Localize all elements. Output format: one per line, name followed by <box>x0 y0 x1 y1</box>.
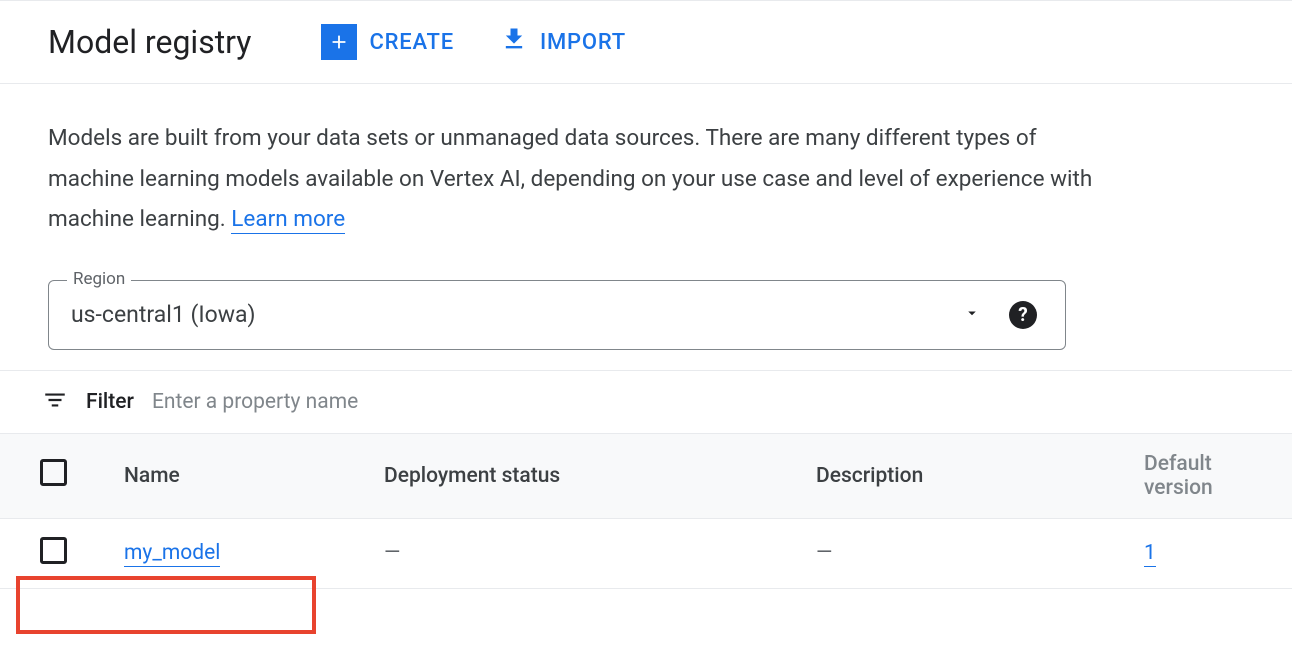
plus-icon <box>321 24 357 60</box>
region-value: us-central1 (Iowa) <box>71 301 963 328</box>
column-header-checkbox <box>0 433 114 518</box>
create-button[interactable]: CREATE <box>321 24 454 60</box>
learn-more-link[interactable]: Learn more <box>231 206 345 234</box>
create-label: CREATE <box>369 30 454 55</box>
version-link[interactable]: 1 <box>1144 541 1156 567</box>
model-name-link[interactable]: my_model <box>124 541 220 567</box>
description-text: Models are built from your data sets or … <box>48 118 1108 240</box>
filter-bar: Filter <box>0 370 1292 433</box>
row-checkbox[interactable] <box>40 537 67 564</box>
region-select[interactable]: Region us-central1 (Iowa) ? <box>48 280 1066 350</box>
row-description-cell: — <box>806 518 1134 588</box>
table-row: my_model — — 1 <box>0 518 1292 588</box>
topbar: Model registry CREATE IMPORT <box>0 0 1292 84</box>
row-deployment-cell: — <box>374 518 806 588</box>
row-version-cell: 1 <box>1134 518 1292 588</box>
import-button[interactable]: IMPORT <box>500 25 626 59</box>
column-header-description[interactable]: Description <box>806 433 1134 518</box>
description-body: Models are built from your data sets or … <box>48 125 1092 232</box>
row-checkbox-cell <box>0 518 114 588</box>
row-name-cell: my_model <box>114 518 374 588</box>
column-header-name[interactable]: Name <box>114 433 374 518</box>
filter-icon <box>42 387 68 417</box>
chevron-down-icon <box>963 304 981 326</box>
content-area: Models are built from your data sets or … <box>0 84 1292 350</box>
import-icon <box>500 25 528 59</box>
select-all-checkbox[interactable] <box>40 459 67 486</box>
models-table: Name Deployment status Description Defau… <box>0 433 1292 589</box>
column-header-default-version[interactable]: Default version <box>1134 433 1292 518</box>
region-field-label: Region <box>67 269 131 289</box>
action-bar: CREATE IMPORT <box>321 24 626 60</box>
import-label: IMPORT <box>540 30 626 55</box>
column-header-deployment[interactable]: Deployment status <box>374 433 806 518</box>
page-title: Model registry <box>48 23 251 61</box>
filter-label: Filter <box>86 390 134 414</box>
help-icon[interactable]: ? <box>1009 301 1037 329</box>
filter-input[interactable] <box>152 390 1250 414</box>
